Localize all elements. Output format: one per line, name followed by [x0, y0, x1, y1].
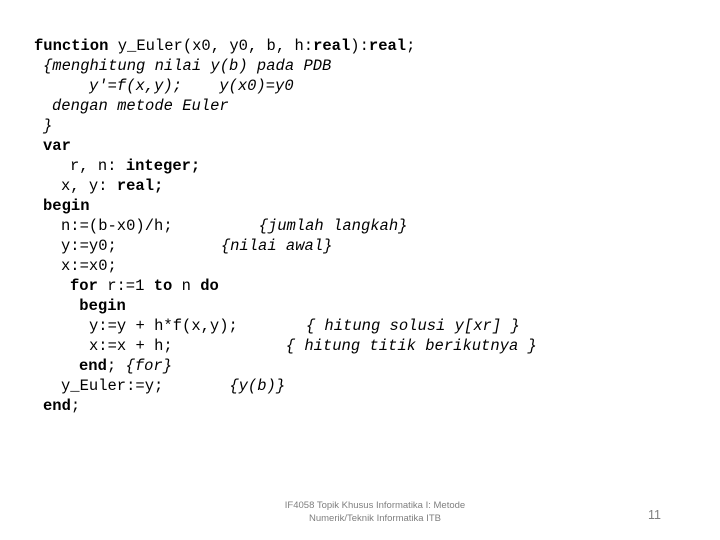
code-comment: { hitung solusi y[xr] } — [305, 317, 520, 335]
code-keyword: begin — [43, 197, 90, 215]
code-text: ; — [406, 37, 416, 55]
line-begin-outer: begin — [34, 196, 694, 216]
code-keyword: to — [153, 277, 173, 295]
code-comment: {for} — [125, 357, 173, 375]
line-end-for: end; {for} — [34, 356, 694, 376]
line-comment-close: } — [34, 116, 694, 136]
code-keyword: real; — [116, 177, 164, 195]
line-comment-ode: y'=f(x,y); y(x0)=y0 — [34, 76, 694, 96]
code-text: r:=1 — [97, 277, 154, 295]
line-assign-n: n:=(b-x0)/h; {jumlah langkah} — [34, 216, 694, 236]
code-text: x:=x + h; — [89, 337, 173, 355]
code-comment: dengan metode Euler — [52, 97, 229, 115]
line-function-header: function y_Euler(x0, y0, b, h:real):real… — [34, 36, 694, 56]
code-text: y:=y + h*f(x,y); — [89, 317, 238, 335]
code-text: y_Euler(x0, y0, b, h: — [108, 37, 314, 55]
code-text: ; — [106, 357, 126, 375]
code-keyword: function — [34, 37, 109, 55]
code-text: y_Euler:=y; — [61, 377, 164, 395]
code-keyword: var — [43, 137, 71, 155]
line-result: y_Euler:=y; {y(b)} — [34, 376, 694, 396]
code-keyword: for — [70, 277, 98, 295]
footer-line-2: Numerik/Teknik Informatika ITB — [309, 512, 441, 524]
line-for: for r:=1 to n do — [34, 276, 694, 296]
slide-footer: IF4058 Topik Khusus Informatika I: Metod… — [205, 500, 545, 525]
code-text: n — [172, 277, 201, 295]
code-text: n:=(b-x0)/h; — [61, 217, 173, 235]
code-keyword: begin — [70, 297, 126, 315]
line-assign-y-init: y:=y0; {nilai awal} — [34, 236, 694, 256]
line-comment-open: {menghitung nilai y(b) pada PDB — [34, 56, 694, 76]
page-number: 11 — [648, 508, 661, 522]
code-comment: } — [43, 117, 53, 135]
line-begin-inner: begin — [34, 296, 694, 316]
line-var-integer: r, n: integer; — [34, 156, 694, 176]
code-text: y:=y0; — [61, 237, 117, 255]
code-comment: {jumlah langkah} — [258, 217, 408, 235]
footer-line-1: IF4058 Topik Khusus Informatika I: Metod… — [284, 500, 466, 511]
code-comment: {y(b)} — [229, 377, 286, 395]
code-keyword: do — [200, 277, 219, 295]
line-comment-method: dengan metode Euler — [34, 96, 694, 116]
line-assign-x-init: x:=x0; — [34, 256, 694, 276]
code-comment: { hitung titik berikutnya } — [285, 337, 537, 355]
code-text: x:=x0; — [61, 257, 117, 275]
slide-canvas: function y_Euler(x0, y0, b, h:real):real… — [0, 0, 720, 540]
code-comment: y'=f(x,y); y(x0)=y0 — [89, 77, 294, 95]
code-keyword: real — [313, 37, 351, 55]
code-text: x, y: — [61, 177, 117, 195]
code-keyword: end — [43, 397, 71, 415]
code-keyword: integer; — [125, 157, 201, 175]
code-comment: {nilai awal} — [220, 237, 333, 255]
code-keyword: end — [79, 357, 107, 375]
line-var-real: x, y: real; — [34, 176, 694, 196]
pascal-code-block: function y_Euler(x0, y0, b, h:real):real… — [34, 36, 694, 416]
code-comment: {menghitung nilai y(b) pada PDB — [43, 57, 332, 75]
line-end-function: end; — [34, 396, 694, 416]
line-euler-step-x: x:=x + h; { hitung titik berikutnya } — [34, 336, 694, 356]
code-keyword: real — [368, 37, 407, 55]
code-text: ): — [350, 37, 369, 55]
line-var: var — [34, 136, 694, 156]
line-euler-step-y: y:=y + h*f(x,y); { hitung solusi y[xr] } — [34, 316, 694, 336]
code-text: ; — [70, 397, 81, 415]
code-text: r, n: — [70, 157, 126, 175]
